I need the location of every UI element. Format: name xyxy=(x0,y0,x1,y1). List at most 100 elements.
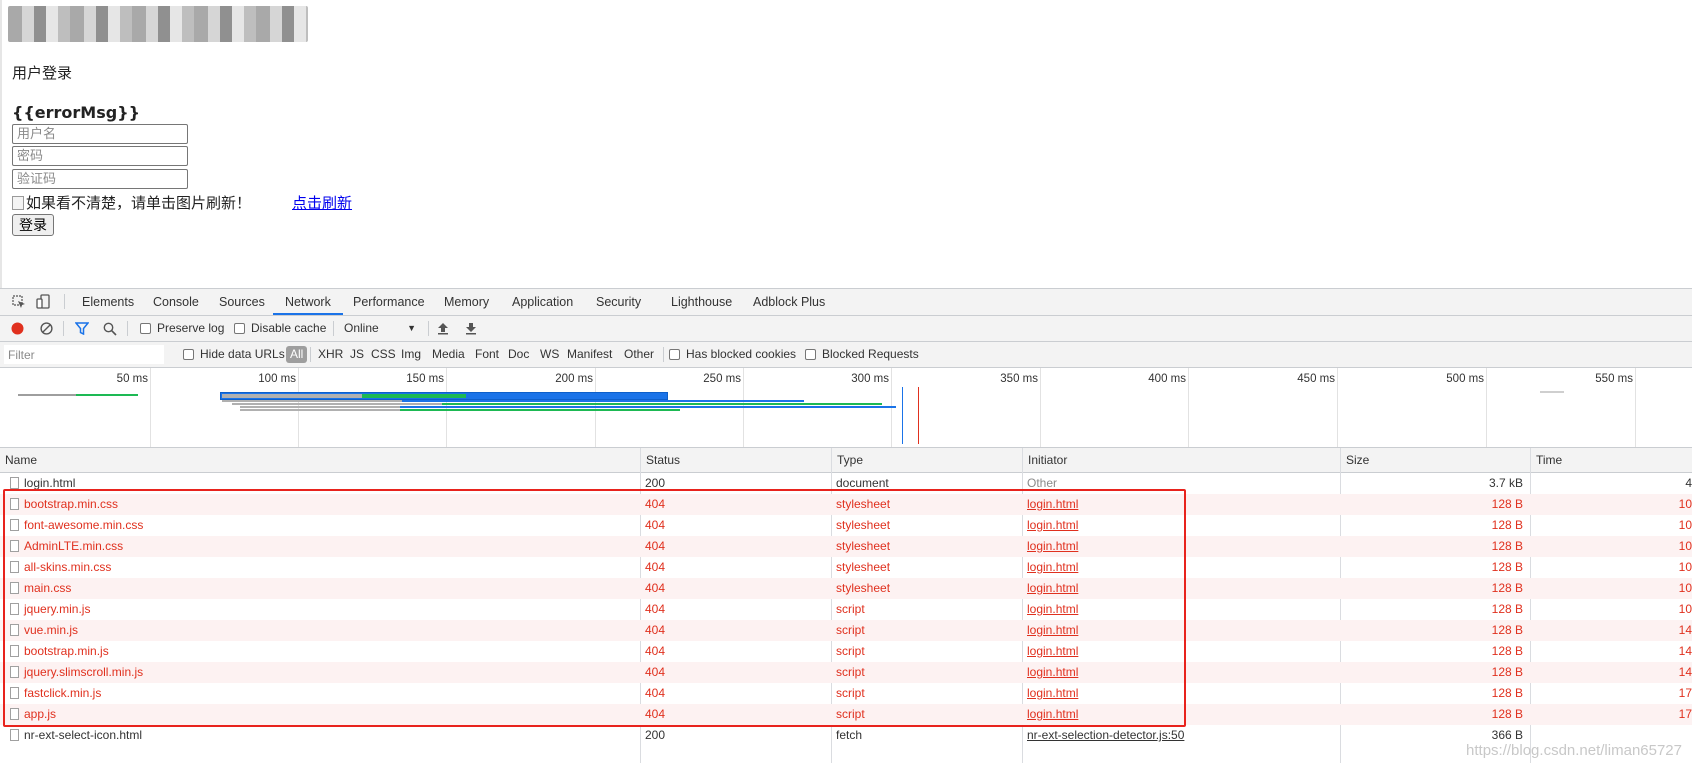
table-row[interactable]: font-awesome.min.css 404 stylesheet login.h… xyxy=(0,515,1692,536)
tab-performance[interactable]: Performance xyxy=(353,289,425,315)
table-row[interactable]: bootstrap.min.js 404 script login.html 128 B… xyxy=(0,641,1692,662)
col-status-header[interactable]: Status xyxy=(640,448,831,472)
device-toolbar-icon[interactable] xyxy=(36,294,52,313)
login-button[interactable]: 登录 xyxy=(12,214,54,236)
tab-sources[interactable]: Sources xyxy=(219,289,265,315)
tab-separator xyxy=(64,294,65,309)
table-row[interactable]: main.css 404 stylesheet login.html 128 B 10 xyxy=(0,578,1692,599)
type-filter-all[interactable]: All xyxy=(286,342,308,367)
disable-cache-label: Disable cache xyxy=(251,321,327,335)
row-time: 14 xyxy=(1678,623,1692,637)
type-filter-xhr[interactable]: XHR xyxy=(318,342,343,367)
row-name[interactable]: vue.min.js xyxy=(10,620,635,641)
row-initiator[interactable]: nr-ext-selection-detector.js:50 xyxy=(1027,725,1335,746)
row-name[interactable]: fastclick.min.js xyxy=(10,683,635,704)
tab-lighthouse[interactable]: Lighthouse xyxy=(671,289,732,315)
row-initiator[interactable]: login.html xyxy=(1027,494,1335,515)
col-size-header[interactable]: Size xyxy=(1340,448,1530,472)
clear-icon[interactable] xyxy=(40,322,53,338)
table-row[interactable]: all-skins.min.css 404 stylesheet login.html… xyxy=(0,557,1692,578)
row-name[interactable]: app.js xyxy=(10,704,635,725)
row-initiator[interactable]: login.html xyxy=(1027,515,1335,536)
tab-application[interactable]: Application xyxy=(512,289,573,315)
import-har-icon[interactable] xyxy=(437,322,449,338)
tab-elements[interactable]: Elements xyxy=(82,289,134,315)
table-row[interactable]: vue.min.js 404 script login.html 128 B 14 xyxy=(0,620,1692,641)
type-filter-ws[interactable]: WS xyxy=(540,342,559,367)
throttling-select[interactable]: Online ▼ xyxy=(344,316,416,341)
row-initiator[interactable]: login.html xyxy=(1027,683,1335,704)
table-row[interactable]: AdminLTE.min.css 404 stylesheet login.html 1… xyxy=(0,536,1692,557)
col-initiator-header[interactable]: Initiator xyxy=(1022,448,1340,472)
table-row[interactable]: bootstrap.min.css 404 stylesheet login.html… xyxy=(0,494,1692,515)
tab-memory[interactable]: Memory xyxy=(444,289,489,315)
row-name[interactable]: nr-ext-select-icon.html xyxy=(10,725,635,746)
table-row[interactable]: app.js 404 script login.html 128 B 17 xyxy=(0,704,1692,725)
captcha-input[interactable] xyxy=(12,169,188,189)
disable-cache-toggle[interactable]: Disable cache xyxy=(234,316,326,341)
row-name[interactable]: jquery.slimscroll.min.js xyxy=(10,662,635,683)
row-initiator[interactable]: login.html xyxy=(1027,620,1335,641)
table-row[interactable]: jquery.slimscroll.min.js 404 script login.h… xyxy=(0,662,1692,683)
overview-bar xyxy=(76,394,138,396)
blocked-requests-checkbox[interactable] xyxy=(805,349,816,360)
table-row[interactable]: login.html 200 document Other 3.7 kB 4 xyxy=(0,473,1692,494)
type-filter-js[interactable]: JS xyxy=(350,342,364,367)
filter-input[interactable] xyxy=(4,345,164,364)
row-name[interactable]: bootstrap.min.js xyxy=(10,641,635,662)
table-row[interactable]: jquery.min.js 404 script login.html 128 B 10 xyxy=(0,599,1692,620)
col-name-header[interactable]: Name xyxy=(0,448,640,472)
username-input[interactable] xyxy=(12,124,188,144)
row-initiator[interactable]: login.html xyxy=(1027,536,1335,557)
row-name[interactable]: main.css xyxy=(10,578,635,599)
type-filter-other[interactable]: Other xyxy=(624,342,654,367)
row-initiator[interactable]: login.html xyxy=(1027,662,1335,683)
row-initiator[interactable]: login.html xyxy=(1027,641,1335,662)
col-type-header[interactable]: Type xyxy=(831,448,1022,472)
inspect-element-icon[interactable] xyxy=(12,295,26,312)
tab-console[interactable]: Console xyxy=(153,289,199,315)
password-input[interactable] xyxy=(12,146,188,166)
filter-icon[interactable] xyxy=(74,322,90,338)
tab-adblock-plus[interactable]: Adblock Plus xyxy=(753,289,825,315)
blocked-requests-toggle[interactable]: Blocked Requests xyxy=(805,342,919,367)
preserve-log-checkbox[interactable] xyxy=(140,323,151,334)
record-icon[interactable] xyxy=(11,322,24,338)
blurred-logo xyxy=(8,6,308,42)
type-filter-css[interactable]: CSS xyxy=(371,342,396,367)
row-initiator[interactable]: login.html xyxy=(1027,599,1335,620)
hide-data-urls-toggle[interactable]: Hide data URLs xyxy=(183,342,285,367)
table-row[interactable]: nr-ext-select-icon.html 200 fetch nr-ext-se… xyxy=(0,725,1692,746)
type-filter-img[interactable]: Img xyxy=(401,342,421,367)
table-row[interactable]: fastclick.min.js 404 script login.html 128 B… xyxy=(0,683,1692,704)
row-initiator[interactable]: login.html xyxy=(1027,704,1335,725)
tab-security[interactable]: Security xyxy=(596,289,641,315)
disable-cache-checkbox[interactable] xyxy=(234,323,245,334)
tab-network[interactable]: Network xyxy=(273,289,343,315)
network-overview[interactable]: 50 ms 100 ms 150 ms 200 ms 250 ms 300 ms… xyxy=(0,368,1692,448)
row-initiator[interactable]: login.html xyxy=(1027,557,1335,578)
hide-data-urls-checkbox[interactable] xyxy=(183,349,194,360)
watermark: https://blog.csdn.net/liman65727 xyxy=(1466,742,1682,759)
type-filter-media[interactable]: Media xyxy=(432,342,465,367)
preserve-log-toggle[interactable]: Preserve log xyxy=(140,316,224,341)
export-har-icon[interactable] xyxy=(465,322,477,338)
row-time: 10 xyxy=(1678,539,1692,553)
row-name[interactable]: jquery.min.js xyxy=(10,599,635,620)
row-name[interactable]: all-skins.min.css xyxy=(10,557,635,578)
type-filter-doc[interactable]: Doc xyxy=(508,342,529,367)
type-filter-manifest[interactable]: Manifest xyxy=(567,342,612,367)
row-name[interactable]: login.html xyxy=(10,473,635,494)
row-initiator[interactable]: login.html xyxy=(1027,578,1335,599)
search-icon[interactable] xyxy=(103,322,117,339)
row-name-text: login.html xyxy=(24,476,76,490)
captcha-image[interactable]: 如果看不清楚，请单击图片刷新！ xyxy=(12,192,251,213)
row-name[interactable]: font-awesome.min.css xyxy=(10,515,635,536)
has-blocked-cookies-toggle[interactable]: Has blocked cookies xyxy=(669,342,796,367)
type-filter-font[interactable]: Font xyxy=(475,342,499,367)
row-name[interactable]: AdminLTE.min.css xyxy=(10,536,635,557)
refresh-link[interactable]: 点击刷新 xyxy=(292,192,352,213)
has-blocked-cookies-checkbox[interactable] xyxy=(669,349,680,360)
row-name[interactable]: bootstrap.min.css xyxy=(10,494,635,515)
col-time-header[interactable]: Time xyxy=(1530,448,1692,472)
